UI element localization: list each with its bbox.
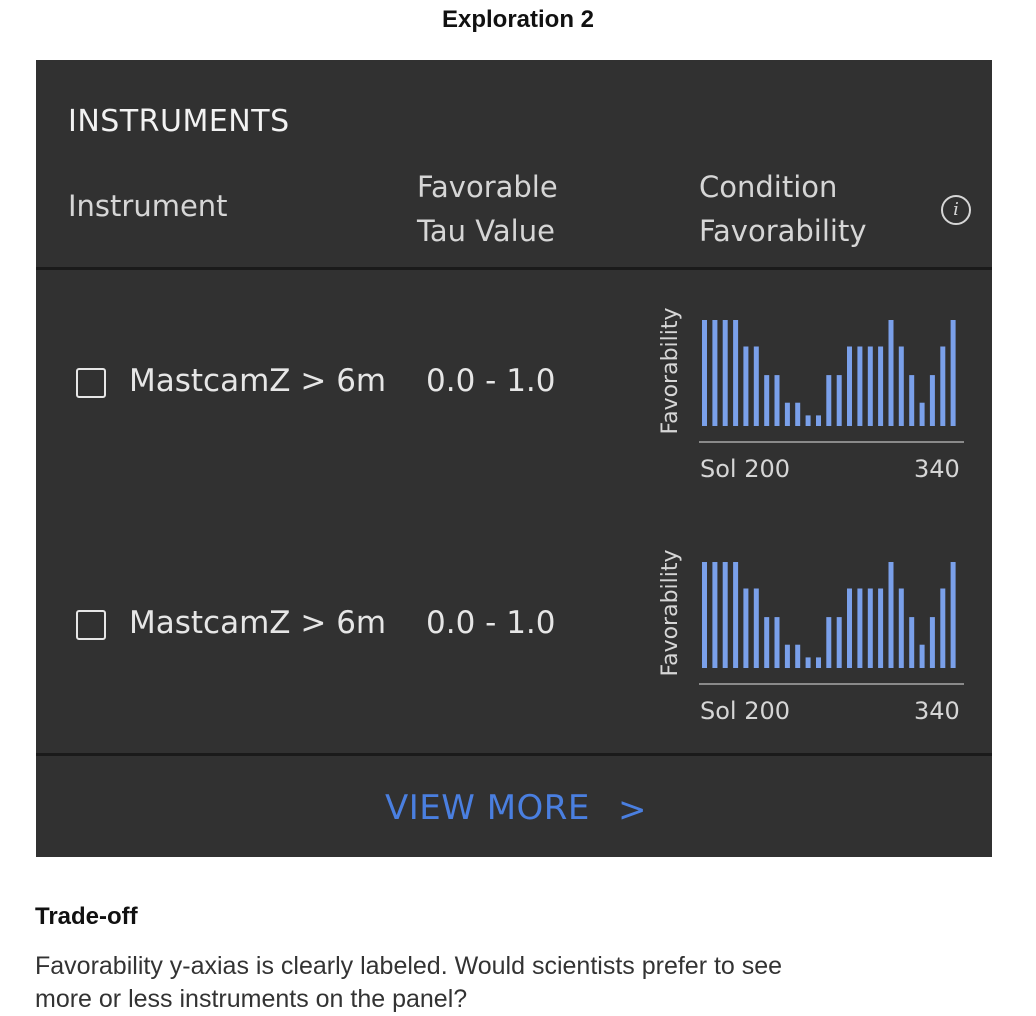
chart-bar xyxy=(784,644,790,668)
view-more-link[interactable]: VIEW MORE xyxy=(385,788,590,828)
chart-bar xyxy=(816,415,821,426)
tradeoff-description: Favorability y-axias is clearly labeled.… xyxy=(35,952,783,1013)
column-header-tau-line2: Tau Value xyxy=(417,214,555,248)
footer-divider xyxy=(36,753,992,756)
x-tick-start: Sol 200 xyxy=(700,697,791,725)
chart-bar xyxy=(867,588,873,668)
tau-range: 0.0 - 1.0 xyxy=(426,363,556,399)
chart-bar xyxy=(950,562,956,668)
chart-bar xyxy=(867,346,873,426)
instruments-panel: INSTRUMENTS Instrument Favorable Tau Val… xyxy=(36,60,992,857)
tau-range: 0.0 - 1.0 xyxy=(426,605,556,641)
panel-title: INSTRUMENTS xyxy=(68,104,290,139)
info-icon[interactable]: i xyxy=(941,195,971,225)
chart-bar xyxy=(940,588,946,668)
chart-bar xyxy=(929,375,935,426)
chart-bar xyxy=(898,346,904,426)
chart-bar xyxy=(784,402,790,426)
column-header-condition-line2: Favorability xyxy=(699,214,867,248)
chart-bar xyxy=(878,588,884,668)
chart-bar xyxy=(929,617,935,668)
chart-bar xyxy=(753,588,759,668)
chart-y-axis-label: Favorability xyxy=(658,307,683,435)
chart-bar xyxy=(733,320,739,426)
chart-bar xyxy=(712,320,718,426)
page-title: Exploration 2 xyxy=(441,6,595,33)
chart-bar xyxy=(805,657,811,668)
favorability-chart xyxy=(699,562,964,685)
chart-bar xyxy=(712,562,718,668)
chart-bar xyxy=(919,402,925,426)
instrument-name: MastcamZ > 6m xyxy=(129,605,387,641)
x-tick-end: 340 xyxy=(914,455,960,483)
chart-bar xyxy=(847,588,852,668)
chart-bar xyxy=(795,644,801,668)
column-header-tau-line1: Favorable xyxy=(417,170,558,204)
chart-bar xyxy=(950,320,956,426)
chart-bar xyxy=(919,644,925,668)
chart-bar xyxy=(847,346,852,426)
chart-bar xyxy=(722,320,728,426)
column-header-tau: Favorable Tau Value xyxy=(417,165,558,253)
column-header-instrument: Instrument xyxy=(68,189,228,223)
chart-bar xyxy=(743,588,749,668)
chart-bar xyxy=(733,562,739,668)
instrument-name: MastcamZ > 6m xyxy=(129,363,387,399)
chart-bar xyxy=(888,562,894,668)
chart-bar xyxy=(702,562,707,668)
favorability-chart xyxy=(699,320,964,443)
chart-bar xyxy=(826,375,832,426)
chart-bar xyxy=(764,375,770,426)
column-header-condition-line1: Condition xyxy=(699,170,838,204)
x-tick-end: 340 xyxy=(914,697,960,725)
chart-bar xyxy=(743,346,749,426)
chart-y-axis-label: Favorability xyxy=(658,549,683,677)
row-checkbox[interactable] xyxy=(76,610,106,640)
chart-bar xyxy=(836,617,842,668)
chart-bar xyxy=(857,588,863,668)
instrument-row: MastcamZ > 6m 0.0 - 1.0 Favorability Sol… xyxy=(36,270,992,512)
chart-bar xyxy=(836,375,842,426)
chart-bar xyxy=(702,320,707,426)
chart-bar xyxy=(826,617,832,668)
row-checkbox[interactable] xyxy=(76,368,106,398)
chart-bar xyxy=(857,346,863,426)
chart-bar xyxy=(898,588,904,668)
chart-bar xyxy=(888,320,894,426)
instrument-row: MastcamZ > 6m 0.0 - 1.0 Favorability Sol… xyxy=(36,512,992,754)
chart-bar xyxy=(795,402,801,426)
chart-bar xyxy=(753,346,759,426)
chart-bar xyxy=(774,617,780,668)
x-tick-start: Sol 200 xyxy=(700,455,791,483)
chart-bar xyxy=(909,375,915,426)
chart-bar xyxy=(878,346,884,426)
tradeoff-heading: Trade-off xyxy=(35,903,138,930)
column-header-condition: Condition Favorability xyxy=(699,165,867,253)
chart-bar xyxy=(816,657,821,668)
chart-bar xyxy=(764,617,770,668)
chart-bar xyxy=(940,346,946,426)
chart-bar xyxy=(805,415,811,426)
chart-bar xyxy=(909,617,915,668)
chart-bar xyxy=(722,562,728,668)
chevron-right-icon[interactable]: > xyxy=(618,790,647,830)
chart-bar xyxy=(774,375,780,426)
